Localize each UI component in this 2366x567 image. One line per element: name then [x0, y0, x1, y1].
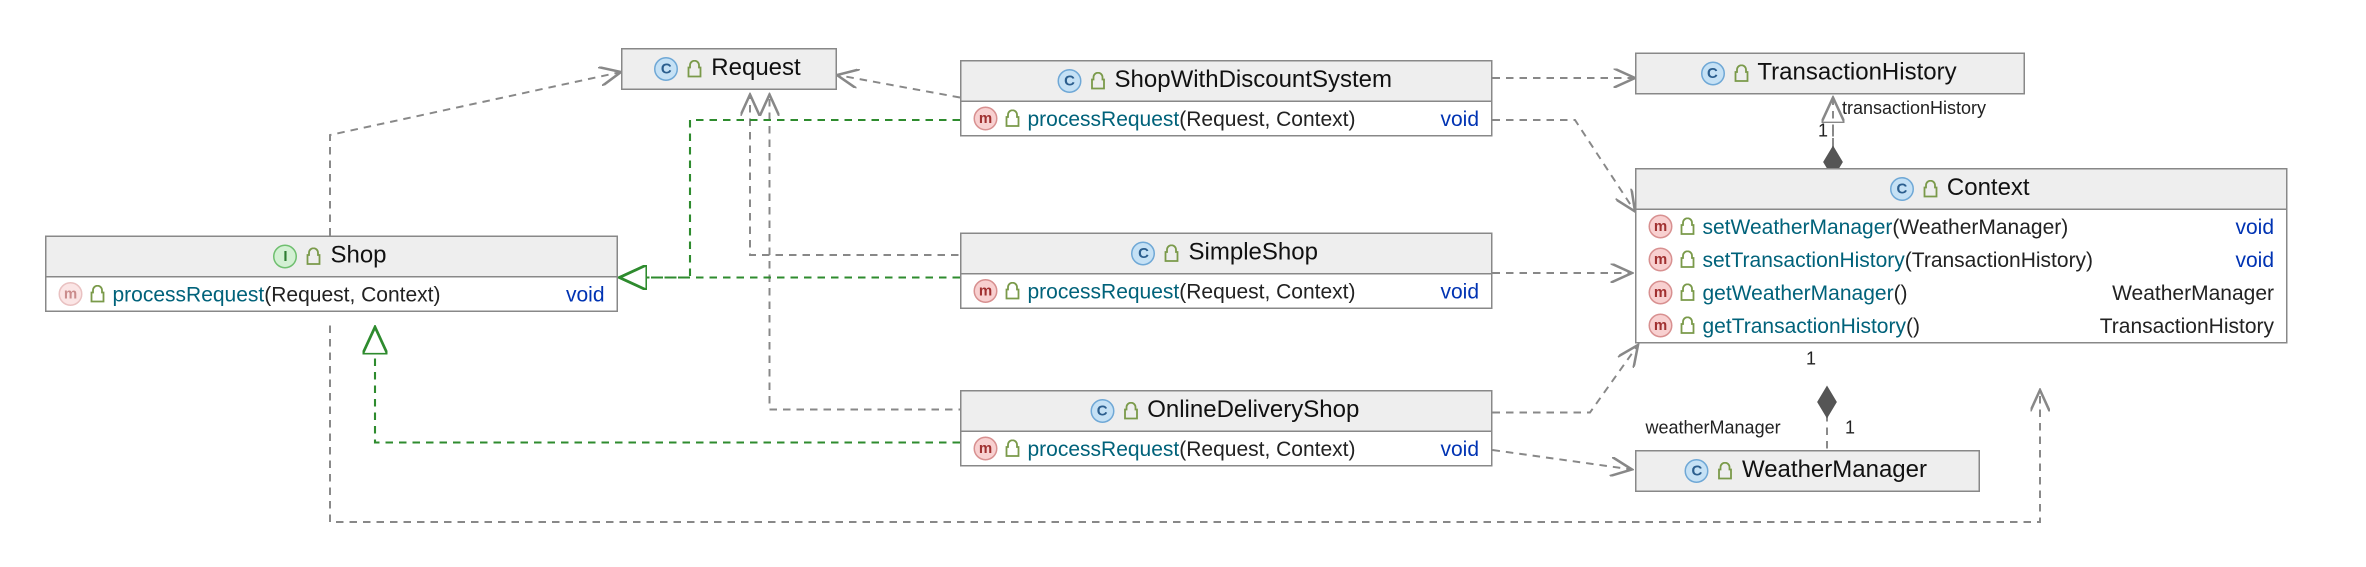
class-weathermanager: C WeatherManager: [1635, 450, 1980, 492]
lock-icon: [1680, 251, 1695, 269]
simpleshop-method-processrequest: m processRequest(Request, Context) void: [962, 275, 1492, 308]
class-weathermanager-header: C WeatherManager: [1637, 452, 1979, 491]
class-shopwithdiscount: C ShopWithDiscountSystem m processReques…: [960, 60, 1493, 137]
method-icon: m: [59, 282, 83, 306]
interface-icon: I: [273, 245, 297, 269]
lock-icon: [1680, 317, 1695, 335]
dep-online-weather: [1493, 450, 1633, 470]
method-icon: m: [1649, 215, 1673, 239]
role-weathermanager: weatherManager: [1646, 417, 1781, 438]
mult-transactionhistory: 1: [1818, 120, 1828, 141]
class-request-name: Request: [711, 56, 800, 83]
lock-icon: [1005, 440, 1020, 458]
uml-class-diagram: C Request I Shop m processRequest(Reques…: [0, 0, 2366, 567]
class-icon: C: [1132, 242, 1156, 266]
class-icon: C: [1090, 399, 1114, 423]
mult-weathermanager: 1: [1845, 417, 1855, 438]
dep-discount-request: [837, 75, 960, 98]
method-icon: m: [1649, 314, 1673, 338]
lock-icon: [1123, 402, 1138, 420]
lock-icon: [1165, 245, 1180, 263]
dep-online-context: [1493, 345, 1639, 413]
class-shopwithdiscount-name: ShopWithDiscountSystem: [1115, 68, 1392, 95]
shop-method-processrequest: m processRequest(Request, Context) void: [47, 278, 617, 311]
context-gettransactionhistory: m getTransactionHistory() TransactionHis…: [1637, 309, 2287, 342]
discount-method-processrequest: m processRequest(Request, Context) void: [962, 102, 1492, 135]
lock-icon: [1005, 282, 1020, 300]
lock-icon: [687, 60, 702, 78]
dep-discount-context: [1493, 120, 1636, 212]
method-params: (Request, Context): [264, 282, 440, 306]
lock-icon: [1005, 110, 1020, 128]
dep-shop-request: [330, 72, 621, 236]
class-context: C Context m setWeatherManager(WeatherMan…: [1635, 168, 2288, 344]
lock-icon: [1091, 72, 1106, 90]
interface-shop-body: m processRequest(Request, Context) void: [47, 278, 617, 311]
class-icon: C: [1685, 459, 1709, 483]
class-shopwithdiscount-header: C ShopWithDiscountSystem: [962, 62, 1492, 103]
class-transactionhistory-header: C TransactionHistory: [1637, 54, 2024, 93]
interface-shop-name: Shop: [330, 243, 386, 270]
class-request: C Request: [621, 48, 837, 90]
method-icon: m: [1649, 248, 1673, 272]
context-setweathermanager: m setWeatherManager(WeatherManager) void: [1637, 210, 2287, 243]
class-request-header: C Request: [623, 50, 836, 89]
class-simpleshop-header: C SimpleShop: [962, 234, 1492, 275]
lock-icon: [306, 248, 321, 266]
interface-shop-header: I Shop: [47, 237, 617, 278]
context-settransactionhistory: m setTransactionHistory(TransactionHisto…: [1637, 243, 2287, 276]
realize-discount-shop: [620, 120, 961, 278]
class-onlinedeliveryshop: C OnlineDeliveryShop m processRequest(Re…: [960, 390, 1493, 467]
lock-icon: [1733, 65, 1748, 83]
diamond-weather: [1818, 387, 1836, 417]
class-context-header: C Context: [1637, 170, 2287, 211]
class-onlinedeliveryshop-header: C OnlineDeliveryShop: [962, 392, 1492, 433]
lock-icon: [1923, 180, 1938, 198]
class-icon: C: [654, 57, 678, 81]
online-method-processrequest: m processRequest(Request, Context) void: [962, 432, 1492, 465]
method-name: processRequest: [113, 282, 265, 306]
lock-icon: [1680, 284, 1695, 302]
realize-online-shop: [375, 327, 960, 443]
class-icon: C: [1058, 69, 1082, 93]
role-transactionhistory: transactionHistory: [1842, 98, 1986, 119]
class-icon: C: [1700, 62, 1724, 86]
method-icon: m: [974, 437, 998, 461]
method-return: void: [566, 282, 605, 306]
method-icon: m: [1649, 281, 1673, 305]
lock-icon: [1680, 218, 1695, 236]
class-transactionhistory: C TransactionHistory: [1635, 53, 2025, 95]
method-icon: m: [974, 107, 998, 131]
lock-icon: [1718, 462, 1733, 480]
class-icon: C: [1890, 177, 1914, 201]
interface-shop: I Shop m processRequest(Request, Context…: [45, 236, 618, 313]
class-simpleshop: C SimpleShop m processRequest(Request, C…: [960, 233, 1493, 310]
context-getweathermanager: m getWeatherManager() WeatherManager: [1637, 276, 2287, 309]
method-icon: m: [974, 279, 998, 303]
mult-context-one: 1: [1806, 348, 1816, 369]
lock-icon: [90, 285, 105, 303]
